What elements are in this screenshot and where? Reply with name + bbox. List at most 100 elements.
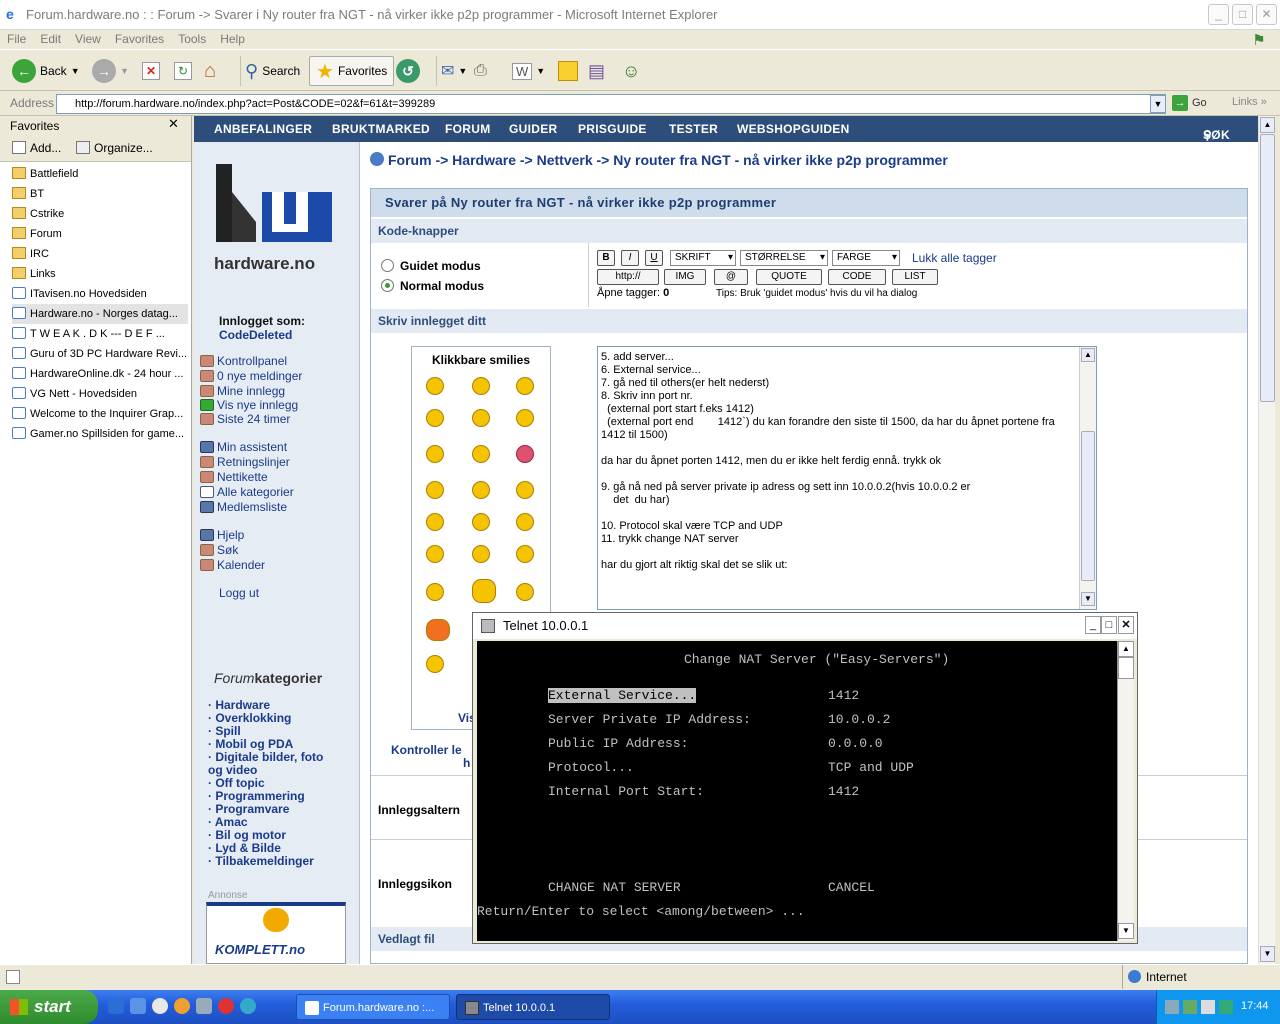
fav-item-hardwareonline[interactable]: HardwareOnline.dk - 24 hour ... (12, 364, 188, 384)
smiley-cool-icon[interactable] (426, 481, 444, 499)
scroll-up-icon[interactable]: ▲ (1081, 348, 1095, 362)
menu-edit[interactable]: Edit (33, 30, 68, 48)
fav-item-vg[interactable]: VG Nett - Hovedsiden (12, 384, 188, 404)
telnet-close-button[interactable]: ✕ (1118, 616, 1134, 634)
cat-spill[interactable]: · Spill (208, 724, 241, 738)
print-button[interactable]: ⎙ (474, 56, 487, 86)
tray-app-icon[interactable] (1183, 1000, 1197, 1014)
scroll-up-icon[interactable]: ▲ (1260, 117, 1275, 133)
start-button[interactable]: start (0, 990, 98, 1024)
forward-button[interactable]: → ▼ (92, 56, 129, 86)
telnet-console[interactable]: Change NAT Server ("Easy-Servers") Exter… (477, 641, 1117, 941)
nav-tester[interactable]: TESTER (669, 122, 718, 136)
console-label-external[interactable]: External Service... (548, 688, 697, 703)
breadcrumb[interactable]: Forum -> Hardware -> Nettverk -> Ny rout… (370, 152, 948, 168)
console-label-port-start[interactable]: Internal Port Start: (548, 784, 704, 799)
storrelse-select[interactable]: STØRRELSE ▾ (740, 250, 828, 266)
links-toolbar[interactable]: Links » (1232, 96, 1267, 108)
clock[interactable]: 17:44 (1241, 1000, 1269, 1012)
skrift-select[interactable]: SKRIFT ▾ (670, 250, 736, 266)
link-retningslinjer[interactable]: Retningslinjer (200, 455, 290, 469)
cat-overklokking[interactable]: · Overklokking (208, 711, 291, 725)
media-player-icon[interactable] (152, 998, 168, 1014)
fav-item-inquirer[interactable]: Welcome to the Inquirer Grap... (12, 404, 188, 424)
nav-forum[interactable]: FORUM (445, 122, 491, 136)
nav-prisguide[interactable]: PRISGUIDE (578, 122, 647, 136)
favorites-button[interactable]: ★ Favorites (309, 56, 395, 86)
fav-item-battlefield[interactable]: Battlefield (12, 164, 188, 184)
fav-item-links[interactable]: Links (12, 264, 188, 284)
ie2-quicklaunch-icon[interactable] (130, 998, 146, 1014)
guidet-modus-option[interactable]: Guidet modus (381, 259, 481, 273)
smiley-angry-icon[interactable] (516, 513, 534, 531)
cat-mobil[interactable]: · Mobil og PDA (208, 737, 293, 751)
fav-item-forum[interactable]: Forum (12, 224, 188, 244)
menu-file[interactable]: File (0, 30, 33, 48)
cat-tilbakemeldinger[interactable]: · Tilbakemeldinger (208, 854, 314, 868)
messenger-icon[interactable] (240, 998, 256, 1014)
menu-tools[interactable]: Tools (171, 30, 213, 48)
link-assistent[interactable]: Min assistent (200, 440, 287, 454)
page-scroll-thumb[interactable] (1260, 134, 1275, 402)
underline-button[interactable]: U (645, 250, 663, 266)
fav-item-tweak[interactable]: T W E A K . D K --- D E F ... (12, 324, 188, 344)
email-button[interactable]: @ (714, 269, 748, 285)
close-button[interactable]: ✕ (1256, 4, 1277, 25)
history-button[interactable]: ↺ (396, 56, 420, 86)
console-label-protocol[interactable]: Protocol... (548, 760, 634, 775)
fav-item-gamer[interactable]: Gamer.no Spillsiden for game... (12, 424, 188, 444)
discuss-button[interactable] (558, 56, 578, 86)
organize-favorites-button[interactable]: Organize... (76, 141, 153, 155)
desktop-icon[interactable] (196, 998, 212, 1014)
telnet-window[interactable]: Telnet 10.0.0.1 _ □ ✕ Change NAT Server … (472, 612, 1138, 944)
ad-banner[interactable]: KOMPLETT.no (206, 902, 346, 964)
lukk-tagger-link[interactable]: Lukk alle tagger (912, 251, 997, 265)
link-hjelp[interactable]: Hjelp (200, 528, 244, 542)
search-button[interactable]: ⚲ Search (240, 56, 300, 86)
link-medlemsliste[interactable]: Medlemsliste (200, 500, 287, 514)
cat-digitale-cont[interactable]: og video (208, 763, 257, 777)
hardware-logo[interactable]: hardware.no (212, 162, 342, 282)
fav-item-guru3d[interactable]: Guru of 3D PC Hardware Revi... (12, 344, 188, 364)
fav-item-cstrike[interactable]: Cstrike (12, 204, 188, 224)
cat-bil[interactable]: · Bil og motor (208, 828, 286, 842)
bold-button[interactable]: B (597, 250, 615, 266)
smiley-neutral-icon[interactable] (472, 377, 490, 395)
smiley-scream-icon[interactable] (516, 583, 534, 601)
smiley-angel-icon[interactable] (426, 545, 444, 563)
nav-guider[interactable]: GUIDER (509, 122, 557, 136)
cat-programvare[interactable]: · Programvare (208, 802, 289, 816)
cat-offtopic[interactable]: · Off topic (208, 776, 265, 790)
home-button[interactable]: ⌂ (204, 56, 216, 86)
security-icon[interactable] (1219, 1000, 1233, 1014)
go-button[interactable]: → Go (1172, 95, 1207, 111)
stop-button[interactable]: ✕ (142, 56, 160, 86)
link-logg-ut[interactable]: Logg ut (219, 586, 259, 600)
link-kalender[interactable]: Kalender (200, 558, 265, 572)
username-link[interactable]: CodeDeleted (219, 328, 292, 342)
nav-anbefalinger[interactable]: ANBEFALINGER (214, 122, 312, 136)
link-siste-24[interactable]: Siste 24 timer (200, 412, 290, 426)
normal-modus-option[interactable]: Normal modus (381, 279, 484, 293)
smiley-wink-icon[interactable] (516, 377, 534, 395)
smiley-thumbsup-icon[interactable] (516, 545, 534, 563)
console-label-public-ip[interactable]: Public IP Address: (548, 736, 688, 751)
cat-hardware[interactable]: · Hardware (208, 698, 270, 712)
scroll-down-icon[interactable]: ▼ (1081, 592, 1095, 606)
address-dropdown-button[interactable]: ▼ (1150, 95, 1166, 113)
telnet-minimize-button[interactable]: _ (1085, 616, 1101, 634)
italic-button[interactable]: I (621, 250, 639, 266)
telnet-maximize-button[interactable]: □ (1101, 616, 1117, 634)
link-kontrollpanel[interactable]: Kontrollpanel (200, 354, 287, 368)
console-change-nat-action[interactable]: CHANGE NAT SERVER (548, 880, 681, 895)
kontroller-link-cont[interactable]: h (463, 756, 470, 770)
link-sok[interactable]: Søk (200, 543, 238, 557)
console-cancel-action[interactable]: CANCEL (828, 880, 875, 895)
link-mine-innlegg[interactable]: Mine innlegg (200, 384, 285, 398)
cat-digitale[interactable]: · Digitale bilder, foto (208, 750, 323, 764)
mail-button[interactable]: ✉ ▼ (436, 56, 467, 86)
smiley-tongue-icon[interactable] (426, 619, 450, 641)
scroll-up-icon[interactable]: ▲ (1118, 641, 1134, 657)
back-button[interactable]: ← Back ▼ (12, 56, 80, 86)
cat-amac[interactable]: · Amac (208, 815, 248, 829)
